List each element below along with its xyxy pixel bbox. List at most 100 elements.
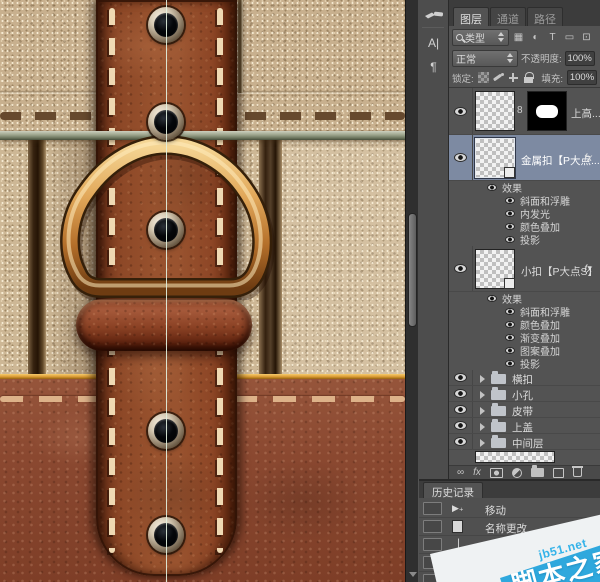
- group-name[interactable]: 上盖: [512, 420, 533, 435]
- filter-type-layers-icon[interactable]: T: [545, 30, 560, 45]
- tab-layers[interactable]: 图层: [453, 7, 489, 26]
- group-name[interactable]: 小孔: [512, 388, 533, 403]
- visibility-cell[interactable]: [449, 88, 473, 134]
- effect-row[interactable]: 投影: [449, 233, 600, 246]
- group-name[interactable]: 中间层: [512, 436, 544, 451]
- eye-icon[interactable]: [454, 421, 467, 430]
- layer-thumbnail[interactable]: [475, 91, 515, 131]
- eye-icon[interactable]: [487, 295, 497, 302]
- eye-icon[interactable]: [505, 197, 515, 204]
- layer-row-small-buckle[interactable]: 小扣【P大点S】 fx: [449, 246, 600, 292]
- group-row-belt[interactable]: 皮带: [449, 402, 600, 418]
- opacity-label: 不透明度:: [521, 51, 562, 65]
- group-row-top-cover[interactable]: 上盖: [449, 418, 600, 434]
- layer-row-metal-buckle[interactable]: 金属扣【P大点... fx: [449, 135, 600, 181]
- filter-pixel-layers-icon[interactable]: ▦: [511, 30, 526, 45]
- layer-thumbnail[interactable]: [475, 249, 515, 289]
- visibility-cell[interactable]: [449, 386, 473, 401]
- history-source-checkbox[interactable]: [423, 502, 442, 515]
- layer-name[interactable]: 上高...: [571, 106, 600, 121]
- document-canvas[interactable]: [0, 0, 405, 582]
- layer-fx-badge[interactable]: fx: [584, 153, 592, 164]
- new-layer-icon[interactable]: [553, 468, 564, 478]
- eye-icon[interactable]: [454, 389, 467, 398]
- blend-mode-select[interactable]: 正常: [452, 50, 518, 67]
- lock-all-icon[interactable]: [523, 72, 534, 83]
- eye-icon[interactable]: [487, 184, 497, 191]
- add-mask-icon[interactable]: [490, 468, 503, 478]
- expand-triangle-icon[interactable]: [480, 439, 485, 447]
- paragraph-panel-icon[interactable]: ¶: [418, 55, 449, 79]
- filter-smart-objects-icon[interactable]: ⊡: [579, 30, 594, 45]
- layer-style-fx-icon[interactable]: fx: [473, 468, 481, 478]
- history-step-rename[interactable]: 名称更改: [419, 518, 600, 536]
- group-row-small-holes[interactable]: 小孔: [449, 386, 600, 402]
- eye-icon[interactable]: [505, 321, 515, 328]
- group-name[interactable]: 横扣: [512, 372, 533, 387]
- delete-layer-icon[interactable]: [573, 468, 582, 477]
- history-step[interactable]: ▕: [419, 554, 600, 572]
- brush-panel-icon[interactable]: [418, 0, 449, 24]
- canvas-scrollbar[interactable]: [405, 0, 418, 582]
- filter-shape-layers-icon[interactable]: ▭: [562, 30, 577, 45]
- eye-icon[interactable]: [454, 107, 467, 116]
- eye-icon[interactable]: [505, 236, 515, 243]
- character-panel-icon[interactable]: A|: [418, 31, 449, 55]
- visibility-cell[interactable]: [449, 135, 473, 180]
- tab-history[interactable]: 历史记录: [423, 482, 483, 498]
- eye-icon[interactable]: [454, 437, 467, 446]
- eye-icon[interactable]: [505, 223, 515, 230]
- filter-adjustment-layers-icon[interactable]: ◐: [528, 30, 543, 45]
- history-source-checkbox[interactable]: [423, 520, 442, 533]
- eye-icon[interactable]: [505, 347, 515, 354]
- visibility-cell[interactable]: [449, 246, 473, 291]
- history-step-icon: ▕: [452, 538, 466, 551]
- expand-triangle-icon[interactable]: [480, 391, 485, 399]
- layer-row-top-highlight[interactable]: 8 上高...: [449, 88, 600, 135]
- filter-kind-select[interactable]: 类型: [452, 29, 509, 46]
- visibility-cell[interactable]: [449, 434, 473, 449]
- visibility-cell[interactable]: [449, 418, 473, 433]
- eye-icon[interactable]: [454, 405, 467, 414]
- eye-icon[interactable]: [505, 334, 515, 341]
- history-source-checkbox[interactable]: [423, 556, 442, 569]
- lock-transparency-icon[interactable]: [478, 72, 489, 83]
- group-row-middle-layer[interactable]: 中间层: [449, 434, 600, 450]
- link-layers-icon[interactable]: ∞: [457, 468, 464, 478]
- layer-thumbnail[interactable]: [475, 451, 555, 463]
- expand-triangle-icon[interactable]: [480, 423, 485, 431]
- history-step[interactable]: ▕: [419, 536, 600, 554]
- lock-position-icon[interactable]: [508, 72, 519, 83]
- layer-mask-thumbnail[interactable]: [527, 91, 567, 131]
- tab-channels[interactable]: 通道: [490, 7, 526, 26]
- scrollbar-down-arrow[interactable]: [409, 572, 417, 577]
- fill-value[interactable]: 100%: [567, 70, 597, 85]
- adjustment-layer-icon[interactable]: [512, 468, 522, 478]
- eye-icon[interactable]: [454, 264, 467, 273]
- group-row-cross-buckle[interactable]: 横扣: [449, 370, 600, 386]
- layer-thumbnail[interactable]: [475, 138, 515, 178]
- eye-icon[interactable]: [505, 210, 515, 217]
- expand-triangle-icon[interactable]: [480, 407, 485, 415]
- history-step[interactable]: ▶: [419, 572, 600, 582]
- eye-icon[interactable]: [454, 373, 467, 382]
- layer-fx-badge[interactable]: fx: [584, 264, 592, 275]
- mask-link-icon[interactable]: 8: [517, 105, 523, 116]
- tab-paths[interactable]: 路径: [527, 7, 563, 26]
- eye-icon[interactable]: [454, 153, 467, 162]
- lock-paint-icon[interactable]: [493, 72, 504, 83]
- eye-icon[interactable]: [505, 308, 515, 315]
- new-group-icon[interactable]: [531, 468, 544, 477]
- visibility-cell[interactable]: [449, 370, 473, 385]
- eye-icon[interactable]: [505, 360, 515, 367]
- history-source-checkbox[interactable]: [423, 574, 442, 582]
- layer-row-partial[interactable]: [449, 450, 600, 464]
- expand-triangle-icon[interactable]: [480, 375, 485, 383]
- visibility-cell[interactable]: [449, 402, 473, 417]
- effect-row[interactable]: 投影: [449, 357, 600, 370]
- history-step-move[interactable]: ▶₊ 移动: [419, 500, 600, 518]
- history-source-checkbox[interactable]: [423, 538, 442, 551]
- group-name[interactable]: 皮带: [512, 404, 533, 419]
- opacity-value[interactable]: 100%: [565, 51, 595, 66]
- scrollbar-thumb[interactable]: [408, 213, 417, 327]
